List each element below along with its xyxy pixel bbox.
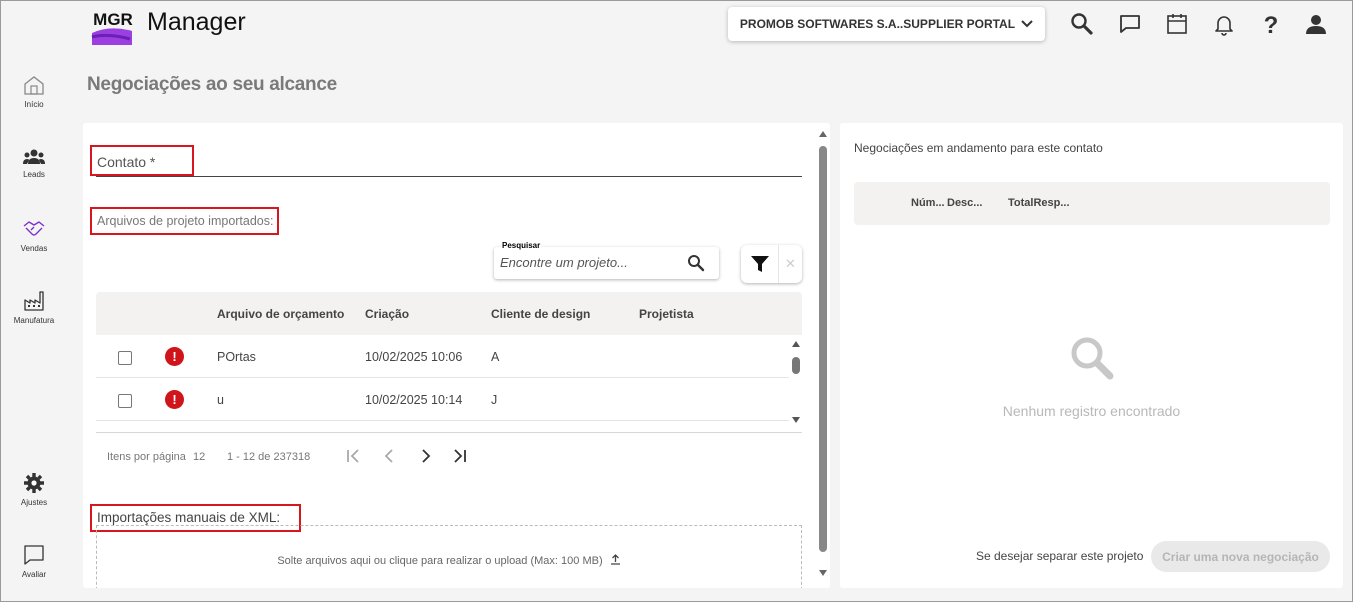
column-header[interactable]: Desc... [947, 197, 982, 209]
empty-state-text: Nenhum registro encontrado [1002, 403, 1181, 419]
mgr-logo[interactable]: MGR [90, 3, 136, 45]
search-caption: Pesquisar [501, 241, 542, 250]
separate-project-text: Se desejar separar este projeto [976, 549, 1144, 563]
project-search-box[interactable]: Pesquisar [494, 241, 719, 279]
sidebar-item-manufatura[interactable]: Manufatura [1, 290, 67, 325]
sidebar-item-vendas[interactable]: Vendas [1, 218, 67, 253]
filter-button[interactable] [741, 245, 779, 283]
app-title: Manager [147, 8, 246, 36]
sidebar-item-label: Ajustes [20, 498, 48, 507]
column-header[interactable]: Cliente de design [491, 307, 590, 321]
home-icon [24, 76, 44, 95]
items-per-page-select[interactable]: 12 [193, 451, 205, 463]
error-icon: ! [165, 347, 184, 366]
factory-icon [24, 291, 44, 311]
page-range: 1 - 12 de 237318 [227, 451, 311, 463]
cell-criacao: 10/02/2025 10:14 [365, 393, 463, 407]
chat-icon[interactable] [1118, 12, 1142, 36]
close-icon: ✕ [785, 256, 796, 271]
last-page-icon [454, 449, 466, 463]
upload-dropzone[interactable]: Solte arquivos aqui ou clique para reali… [96, 525, 802, 588]
sidebar-item-label: Leads [23, 170, 45, 179]
supplier-selector-label: PROMOB SOFTWARES S.A..SUPPLIER PORTAL [739, 17, 1016, 31]
people-icon [23, 149, 45, 164]
sidebar-item-label: Início [24, 100, 44, 109]
column-header[interactable]: Arquivo de orçamento [217, 307, 344, 321]
row-checkbox[interactable] [118, 394, 132, 408]
arquivos-label: Arquivos de projeto importados: [97, 214, 274, 228]
negotiation-form-card: Contato * Arquivos de projeto importados… [83, 123, 830, 588]
table-header: Arquivo de orçamento Criação Cliente de … [96, 292, 802, 335]
cell-cliente: A [491, 350, 500, 364]
sidebar-item-label: Vendas [20, 244, 48, 253]
supplier-selector[interactable]: PROMOB SOFTWARES S.A..SUPPLIER PORTAL [728, 7, 1045, 41]
sidebar-item-label: Manufatura [13, 316, 55, 325]
sidebar-item-leads[interactable]: Leads [1, 148, 67, 179]
sidebar-item-label: Avaliar [21, 570, 47, 579]
upload-text: Solte arquivos aqui ou clique para reali… [277, 555, 603, 567]
search-icon[interactable] [687, 254, 705, 272]
first-page-icon [347, 449, 359, 463]
xml-label: Importações manuais de XML: [97, 510, 281, 525]
bell-icon[interactable] [1212, 12, 1236, 36]
sidebar-item-inicio[interactable]: Início [1, 74, 67, 109]
cell-arquivo: POrtas [217, 350, 256, 364]
page-scrollbar[interactable] [817, 128, 829, 583]
column-header[interactable]: Criação [365, 307, 409, 321]
sidebar-item-ajustes[interactable]: Ajustes [1, 472, 67, 507]
previous-page-button[interactable] [381, 448, 397, 469]
table-scrollbar[interactable] [789, 335, 803, 431]
items-per-page-label: Itens por página [107, 451, 186, 463]
first-page-button[interactable] [345, 448, 361, 469]
filter-controls: ✕ [741, 245, 802, 283]
chevron-right-icon [422, 449, 431, 463]
next-page-button[interactable] [418, 448, 434, 469]
search-icon[interactable] [1070, 12, 1094, 36]
upload-hint: Solte arquivos aqui ou clique para reali… [97, 554, 801, 567]
cell-criacao: 10/02/2025 10:06 [365, 350, 463, 364]
column-header[interactable]: TotalResp... [1008, 197, 1070, 209]
chevron-left-icon [384, 449, 393, 463]
column-header[interactable]: Núm... [911, 197, 945, 209]
search-icon [1071, 337, 1114, 380]
ongoing-negotiations-card: Negociações em andamento para este conta… [840, 123, 1343, 588]
last-page-button[interactable] [452, 448, 468, 469]
column-header[interactable]: Projetista [639, 307, 694, 321]
svg-text:?: ? [1264, 12, 1279, 36]
project-search-input[interactable] [500, 255, 680, 270]
contato-underline [96, 176, 802, 177]
clear-filter-button[interactable]: ✕ [779, 245, 802, 283]
negotiations-table-header: Núm... Desc... TotalResp... [854, 182, 1330, 225]
feedback-icon [24, 545, 44, 565]
filter-icon [750, 256, 769, 272]
create-negotiation-button[interactable]: Criar uma nova negociação [1151, 541, 1330, 572]
help-icon[interactable]: ? [1259, 12, 1283, 39]
page-title: Negociações ao seu alcance [87, 74, 337, 95]
logo-text: MGR [93, 10, 133, 29]
row-checkbox[interactable] [118, 351, 132, 365]
handshake-icon [23, 221, 45, 236]
sidebar-item-avaliar[interactable]: Avaliar [1, 544, 67, 579]
chevron-down-icon [1021, 20, 1033, 28]
items-per-page: Itens por página 12 [107, 451, 205, 463]
table-bottom-divider [96, 432, 802, 433]
contato-field[interactable]: Contato * [97, 154, 155, 170]
error-icon: ! [165, 390, 184, 409]
ongoing-negotiations-title: Negociações em andamento para este conta… [854, 141, 1103, 155]
table-row[interactable]: ! u 10/02/2025 10:14 J [96, 378, 789, 421]
sidebar: Início Leads Vendas Manufatura Ajustes A… [1, 60, 67, 600]
cell-cliente: J [491, 393, 498, 407]
gear-icon [24, 473, 44, 493]
user-icon[interactable] [1304, 12, 1328, 36]
cell-arquivo: u [217, 393, 224, 407]
calendar-icon[interactable] [1165, 12, 1189, 36]
table-row[interactable]: ! POrtas 10/02/2025 10:06 A [96, 335, 789, 378]
upload-icon [610, 554, 620, 565]
